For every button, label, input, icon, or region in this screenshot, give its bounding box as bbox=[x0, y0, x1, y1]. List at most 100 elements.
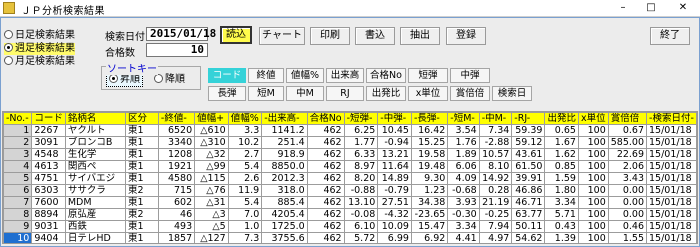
table-cell[interactable]: 8850.0 bbox=[261, 160, 308, 173]
table-row[interactable]: 7 7600 MDM 東1 602 △31 5.4 885.4 462 13.10 27.51 34.… bbox=[3, 196, 697, 209]
match-count-field[interactable]: 10 bbox=[146, 43, 208, 57]
table-cell[interactable]: 15/01/18 bbox=[646, 172, 697, 185]
table-cell[interactable]: 462 bbox=[306, 160, 345, 173]
table-cell[interactable]: 1.89 bbox=[447, 148, 480, 161]
table-cell[interactable]: 15/01/18 bbox=[646, 196, 697, 209]
table-cell[interactable]: 100 bbox=[577, 160, 609, 173]
table-cell[interactable]: -0.68 bbox=[447, 184, 480, 197]
table-cell[interactable]: 22.69 bbox=[607, 148, 648, 161]
close-button[interactable]: ✕ bbox=[668, 1, 698, 15]
write-button[interactable]: 書込 bbox=[355, 27, 395, 45]
col-header-short-m[interactable]: -短M- bbox=[447, 112, 480, 125]
register-button[interactable]: 登録 bbox=[446, 27, 486, 45]
table-cell[interactable]: 東2 bbox=[124, 208, 159, 221]
table-cell[interactable]: 1.39 bbox=[544, 232, 579, 243]
col-header-change[interactable]: 値幅+ bbox=[194, 112, 229, 125]
table-cell[interactable]: 46.86 bbox=[511, 184, 546, 197]
table-cell[interactable]: △3 bbox=[194, 208, 229, 221]
table-cell[interactable]: △127 bbox=[194, 232, 229, 243]
table-cell[interactable]: 59.12 bbox=[511, 136, 546, 149]
table-cell[interactable]: 5.4 bbox=[227, 160, 263, 173]
table-cell[interactable]: 0.67 bbox=[607, 124, 648, 137]
table-cell[interactable]: 東1 bbox=[124, 172, 159, 185]
extract-button[interactable]: 抽出 bbox=[400, 27, 440, 45]
table-cell[interactable]: 8.10 bbox=[478, 160, 513, 173]
table-cell[interactable]: 5.4 bbox=[227, 196, 263, 209]
table-cell[interactable]: 関西ペ bbox=[64, 160, 126, 173]
table-row[interactable]: 8 8894 原弘産 東2 46 △3 7.0 4205.4 462 -0.08 -4.32 -23.… bbox=[3, 208, 697, 221]
table-cell[interactable]: 602 bbox=[157, 196, 196, 209]
table-cell[interactable]: 14.89 bbox=[377, 172, 412, 185]
radio-weekly-results[interactable]: 週足検索結果 bbox=[4, 43, 75, 55]
table-cell[interactable]: 生化学 bbox=[64, 148, 126, 161]
sort-button-close[interactable]: 終値 bbox=[248, 68, 284, 83]
table-cell[interactable]: 1.80 bbox=[544, 184, 579, 197]
table-row[interactable]: 9 9031 西鉄 東1 493 △5 1.0 1725.0 462 6.10 10.09 15.47… bbox=[3, 220, 697, 233]
table-cell[interactable]: 0.85 bbox=[544, 160, 579, 173]
chart-button[interactable]: チャート bbox=[259, 27, 305, 45]
table-cell[interactable]: 0.00 bbox=[607, 208, 648, 221]
table-cell[interactable]: 東1 bbox=[124, 136, 159, 149]
table-cell[interactable]: 7.34 bbox=[478, 124, 513, 137]
table-cell[interactable]: 4613 bbox=[31, 160, 66, 173]
table-cell[interactable]: 東1 bbox=[124, 220, 159, 233]
sort-button-rj[interactable]: RJ bbox=[326, 86, 364, 101]
table-cell[interactable]: 6.06 bbox=[447, 160, 480, 173]
col-header-short[interactable]: -短弾- bbox=[343, 112, 379, 125]
sort-button-departure[interactable]: 出発比 bbox=[366, 86, 406, 101]
table-cell[interactable]: 11.64 bbox=[377, 160, 412, 173]
table-cell[interactable]: 15/01/18 bbox=[646, 184, 697, 197]
table-cell[interactable]: 6303 bbox=[31, 184, 66, 197]
table-cell[interactable]: 100 bbox=[577, 208, 609, 221]
table-cell[interactable]: 7600 bbox=[31, 196, 66, 209]
table-cell[interactable]: 6.92 bbox=[410, 232, 449, 243]
table-cell[interactable]: 6.33 bbox=[343, 148, 379, 161]
radio-descending[interactable]: 降順 bbox=[154, 74, 185, 86]
col-header-market[interactable]: 区分 bbox=[124, 112, 159, 125]
table-cell[interactable]: 15.47 bbox=[410, 220, 449, 233]
minimize-button[interactable]: – bbox=[612, 1, 634, 15]
col-header-no[interactable]: -No.- bbox=[3, 112, 33, 125]
table-cell[interactable]: 4.41 bbox=[447, 232, 480, 243]
table-cell[interactable]: 7.0 bbox=[227, 208, 263, 221]
table-cell[interactable]: 4.09 bbox=[447, 172, 480, 185]
col-header-pass-no[interactable]: 合格No bbox=[306, 112, 345, 125]
table-cell[interactable]: 100 bbox=[577, 196, 609, 209]
table-cell[interactable]: 3 bbox=[3, 148, 33, 161]
table-cell[interactable]: ブロンコB bbox=[64, 136, 126, 149]
table-cell[interactable]: 251.4 bbox=[261, 136, 308, 149]
table-cell[interactable]: 1141.2 bbox=[261, 124, 308, 137]
table-cell[interactable]: 1.55 bbox=[607, 232, 648, 243]
table-cell[interactable]: 1.62 bbox=[544, 148, 579, 161]
table-cell[interactable]: △310 bbox=[194, 136, 229, 149]
table-cell[interactable]: 13.21 bbox=[377, 148, 412, 161]
table-cell[interactable]: 1.67 bbox=[544, 136, 579, 149]
table-cell[interactable]: 0.65 bbox=[544, 124, 579, 137]
table-cell[interactable]: 7.3 bbox=[227, 232, 263, 243]
table-cell[interactable]: 462 bbox=[306, 148, 345, 161]
table-cell[interactable]: 3.34 bbox=[544, 196, 579, 209]
table-cell[interactable]: 4751 bbox=[31, 172, 66, 185]
col-header-name[interactable]: 銘柄名 bbox=[64, 112, 126, 125]
table-row[interactable]: 5 4751 サイバエジ 東1 4580 △115 2.6 2012.3 462 8.20 14.8… bbox=[3, 172, 697, 185]
table-cell[interactable]: 3.54 bbox=[447, 124, 480, 137]
table-cell[interactable]: 0.43 bbox=[544, 220, 579, 233]
table-cell[interactable]: △5 bbox=[194, 220, 229, 233]
table-cell[interactable]: 462 bbox=[306, 172, 345, 185]
table-cell[interactable]: 3340 bbox=[157, 136, 196, 149]
table-row[interactable]: 1 2267 ヤクルト 東1 6520 △610 3.3 1141.2 462 6.25 10.45… bbox=[3, 124, 697, 137]
table-cell[interactable]: 61.50 bbox=[511, 160, 546, 173]
table-cell[interactable]: 15/01/18 bbox=[646, 208, 697, 221]
table-cell[interactable]: 3.43 bbox=[607, 172, 648, 185]
table-cell[interactable]: -0.79 bbox=[377, 184, 412, 197]
table-cell[interactable]: 54.62 bbox=[511, 232, 546, 243]
table-cell[interactable]: 13.10 bbox=[343, 196, 379, 209]
table-cell[interactable]: 3.34 bbox=[447, 220, 480, 233]
table-cell[interactable]: 43.61 bbox=[511, 148, 546, 161]
table-cell[interactable]: 3.3 bbox=[227, 124, 263, 137]
sort-button-mid-m[interactable]: 中M bbox=[286, 86, 324, 101]
table-cell[interactable]: 東1 bbox=[124, 124, 159, 137]
table-cell[interactable]: 西鉄 bbox=[64, 220, 126, 233]
sort-button-search-date[interactable]: 検索日 bbox=[492, 86, 532, 101]
table-cell[interactable]: 東1 bbox=[124, 160, 159, 173]
